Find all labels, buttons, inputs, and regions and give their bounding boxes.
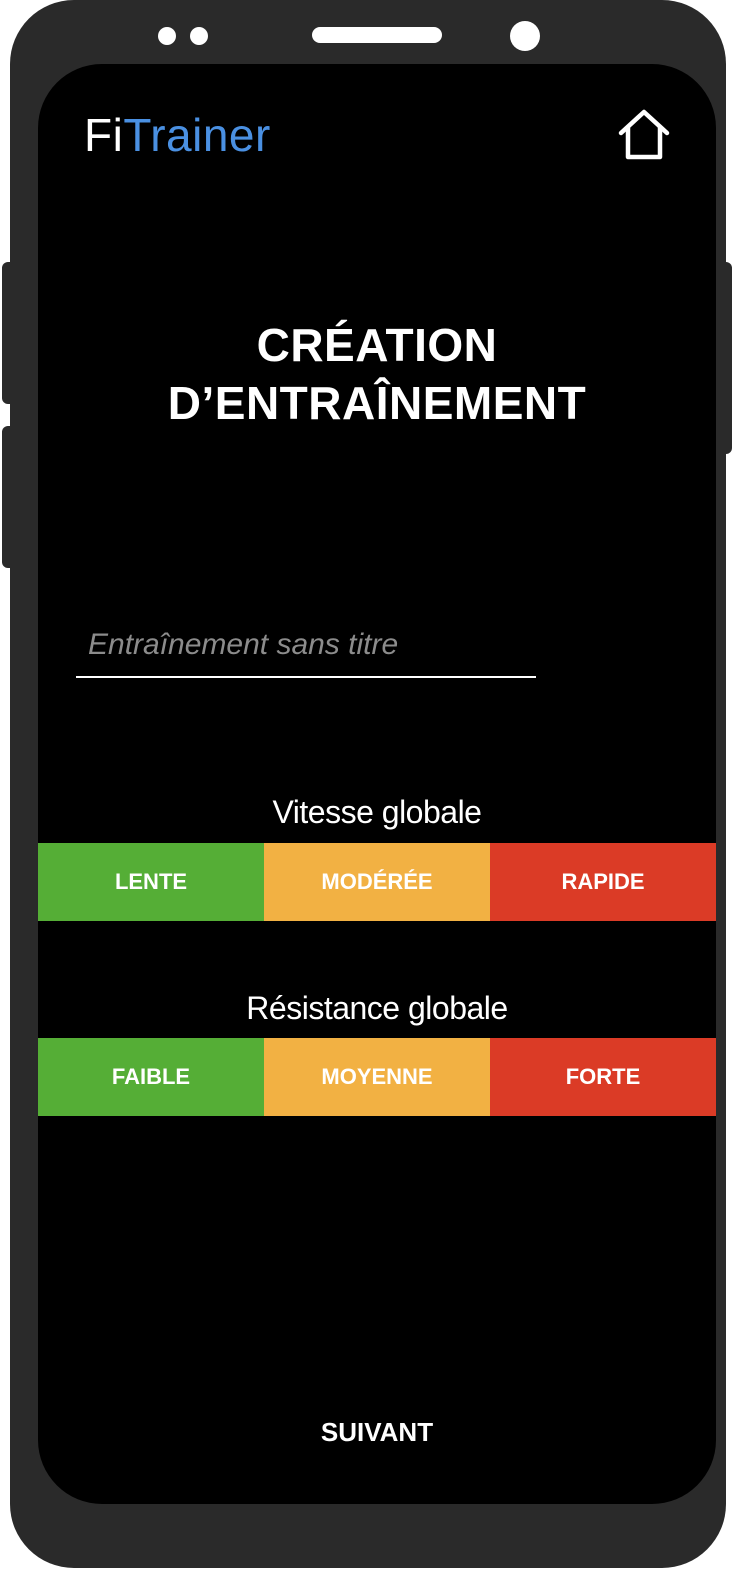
earpiece-speaker: [312, 27, 442, 43]
workout-name-input[interactable]: [76, 614, 536, 678]
home-icon: [618, 109, 670, 160]
front-camera: [510, 21, 540, 51]
sensor-dot: [158, 27, 176, 45]
page-title-line-2: D’ENTRAÎNEMENT: [167, 377, 587, 429]
logo-trainer: Trainer: [123, 109, 271, 161]
next-button[interactable]: SUIVANT: [277, 1402, 477, 1462]
speed-options: LENTE MODÉRÉE RAPIDE: [38, 843, 716, 921]
page-title-line-1: CRÉATION: [256, 319, 498, 371]
speed-label: Vitesse globale: [272, 794, 482, 830]
app-logo: FiTrainer: [84, 108, 271, 162]
resistance-label: Résistance globale: [246, 990, 508, 1026]
resistance-options: FAIBLE MOYENNE FORTE: [38, 1038, 716, 1116]
home-button[interactable]: [616, 106, 672, 162]
page-title: CRÉATION D’ENTRAÎNEMENT: [38, 316, 716, 432]
app-screen: FiTrainer CRÉATION D’ENTRAÎNEMENT Vitess…: [38, 64, 716, 1504]
speed-slow-button[interactable]: LENTE: [38, 843, 264, 921]
resistance-medium-button[interactable]: MOYENNE: [264, 1038, 490, 1116]
logo-fi: Fi: [84, 109, 124, 161]
sensor-dot: [190, 27, 208, 45]
resistance-high-button[interactable]: FORTE: [490, 1038, 716, 1116]
speed-moderate-button[interactable]: MODÉRÉE: [264, 843, 490, 921]
speed-fast-button[interactable]: RAPIDE: [490, 843, 716, 921]
phone-frame: FiTrainer CRÉATION D’ENTRAÎNEMENT Vitess…: [10, 0, 726, 1568]
resistance-low-button[interactable]: FAIBLE: [38, 1038, 264, 1116]
